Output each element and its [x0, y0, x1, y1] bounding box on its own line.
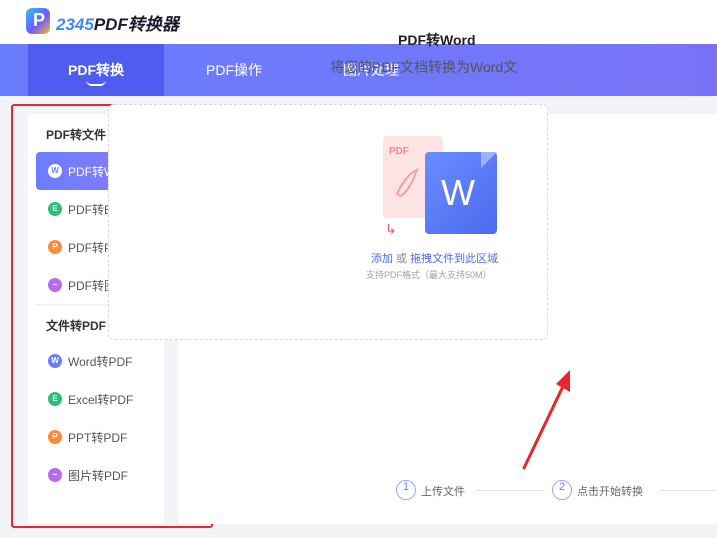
convert-arrow-icon: ↳	[385, 222, 397, 238]
page-fold-icon	[481, 152, 497, 168]
page-title: PDF转Word	[398, 32, 476, 48]
app-logo-icon: P	[26, 8, 50, 34]
drop-instructions: 添加 或 拖拽文件到此区域	[371, 250, 498, 266]
logo-mark: P	[33, 10, 46, 30]
step-1-label: 上传文件	[421, 486, 465, 498]
add-file-link[interactable]: 添加	[371, 253, 393, 265]
step-connector	[476, 490, 544, 491]
tab-pdf-convert-label: PDF转换	[68, 62, 124, 78]
word-file-icon: W	[425, 152, 497, 234]
word-file-letter: W	[441, 172, 475, 213]
brand-number: 2345	[56, 15, 94, 34]
app-header: P 2345PDF转换器	[0, 0, 717, 44]
active-tab-indicator	[86, 80, 106, 86]
step-connector	[660, 490, 717, 491]
drag-file-link[interactable]: 拖拽文件到此区域	[410, 253, 498, 265]
step-1-circle: 1	[396, 480, 416, 500]
tab-pdf-convert[interactable]: PDF转换	[28, 44, 164, 96]
support-hint: 支持PDF格式（最大支持50M）	[366, 270, 492, 280]
page-subtitle: 将您的PDF文档转换为Word文	[330, 59, 518, 75]
tab-pdf-operations[interactable]: PDF操作	[190, 44, 278, 96]
app-brand: 2345PDF转换器	[56, 10, 179, 35]
tab-pdf-operations-label: PDF操作	[206, 62, 262, 78]
step-2-label: 点击开始转换	[577, 486, 643, 498]
step-2-circle: 2	[552, 480, 572, 500]
or-text: 或	[393, 253, 411, 265]
brand-text: PDF转换器	[93, 15, 179, 34]
